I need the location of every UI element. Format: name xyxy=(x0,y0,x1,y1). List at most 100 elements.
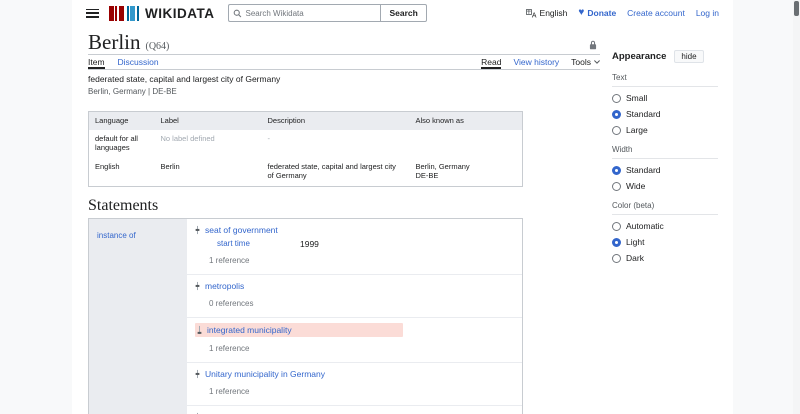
col-header-label: Label xyxy=(155,112,262,130)
cell-description: - xyxy=(262,130,410,158)
tab-discussion[interactable]: Discussion xyxy=(118,57,159,69)
terms-table-header-row: Language Label Description Also known as xyxy=(89,112,523,130)
claim-value-link[interactable]: integrated municipality xyxy=(207,324,292,336)
claims-column: seat of government start time 1999 1 ref… xyxy=(187,219,522,414)
references-toggle[interactable]: 0 references xyxy=(209,299,514,308)
cell-language: default for all languages xyxy=(89,130,155,158)
entity-aliases: Berlin, Germany | DE-BE xyxy=(88,86,528,97)
claim: Unitary municipality in Germany 1 refere… xyxy=(187,363,522,406)
table-row: default for all languages No label defin… xyxy=(89,130,523,158)
tab-item[interactable]: Item xyxy=(88,57,105,69)
radio-icon[interactable] xyxy=(612,254,621,263)
view-tabs: Read View history Tools xyxy=(469,57,600,69)
aka-line: Berlin, Germany xyxy=(416,162,517,172)
radio-width-standard[interactable]: Standard xyxy=(612,165,718,175)
log-in-link[interactable]: Log in xyxy=(696,8,719,18)
top-header: WIKIDATA Search A English xyxy=(72,0,733,26)
radio-icon[interactable] xyxy=(612,126,621,135)
menu-icon[interactable] xyxy=(86,9,99,18)
property-link[interactable]: instance of xyxy=(97,231,136,240)
width-section-label: Width xyxy=(612,145,718,159)
entity-id: (Q64) xyxy=(146,41,170,52)
heart-icon: ♥ xyxy=(578,8,584,18)
tools-label: Tools xyxy=(571,57,591,67)
radio-text-standard[interactable]: Standard xyxy=(612,109,718,119)
search-box[interactable] xyxy=(228,4,380,22)
radio-icon-selected[interactable] xyxy=(612,238,621,247)
language-icon: A xyxy=(526,9,537,18)
references-toggle[interactable]: 1 reference xyxy=(209,256,514,265)
tab-view-history[interactable]: View history xyxy=(513,57,559,69)
scrollbar-track[interactable] xyxy=(793,0,800,414)
claim-value-link[interactable]: seat of government xyxy=(205,224,278,236)
property-column: instance of xyxy=(89,219,187,414)
claim-main: metropolis xyxy=(195,280,514,292)
text-section-label: Text xyxy=(612,73,718,87)
radio-icon[interactable] xyxy=(612,94,621,103)
language-selector[interactable]: A English xyxy=(526,8,568,18)
appearance-panel: Appearance hide Text Small Standard Larg… xyxy=(612,50,718,263)
tab-read[interactable]: Read xyxy=(481,57,501,69)
references-toggle[interactable]: 1 reference xyxy=(209,344,514,353)
create-account-link[interactable]: Create account xyxy=(627,8,685,18)
appearance-title: Appearance xyxy=(612,51,666,62)
radio-color-dark[interactable]: Dark xyxy=(612,253,718,263)
aka-line: DE-BE xyxy=(416,171,517,181)
donate-label: Donate xyxy=(587,8,616,18)
cell-description: federated state, capital and largest cit… xyxy=(262,158,410,187)
cell-aka: Berlin, Germany DE-BE xyxy=(410,158,523,187)
radio-color-automatic[interactable]: Automatic xyxy=(612,221,718,231)
svg-text:A: A xyxy=(531,12,536,17)
radio-text-small[interactable]: Small xyxy=(612,93,718,103)
page-title: Berlin xyxy=(88,30,141,54)
search-icon xyxy=(233,9,242,18)
qualifier-property-link[interactable]: start time xyxy=(217,239,300,249)
radio-icon[interactable] xyxy=(612,222,621,231)
radio-icon-selected[interactable] xyxy=(612,166,621,175)
language-label: English xyxy=(540,8,568,18)
tab-tools[interactable]: Tools xyxy=(571,57,600,69)
wikidata-logo[interactable]: WIKIDATA xyxy=(109,6,214,21)
hide-button[interactable]: hide xyxy=(674,50,703,63)
color-section-label: Color (beta) xyxy=(612,201,718,215)
cell-label: Berlin xyxy=(155,158,262,187)
col-header-language: Language xyxy=(89,112,155,130)
radio-label: Small xyxy=(626,93,647,103)
claim-value-link[interactable]: metropolis xyxy=(205,280,244,292)
donate-link[interactable]: ♥ Donate xyxy=(578,8,616,18)
qualifier: start time 1999 xyxy=(217,239,514,249)
claim: urban municipality in Germany 0 referenc… xyxy=(187,406,522,414)
radio-width-wide[interactable]: Wide xyxy=(612,181,718,191)
rank-selector-icon-deprecated[interactable] xyxy=(197,325,202,335)
chevron-down-icon xyxy=(594,60,600,64)
search-input[interactable] xyxy=(245,9,376,18)
qualifier-value: 1999 xyxy=(300,239,319,249)
claim-main: seat of government xyxy=(195,224,514,236)
rank-selector-icon[interactable] xyxy=(195,225,200,235)
radio-icon[interactable] xyxy=(612,182,621,191)
claim: seat of government start time 1999 1 ref… xyxy=(187,219,522,275)
col-header-aka: Also known as xyxy=(410,112,523,130)
claim: metropolis 0 references xyxy=(187,275,522,318)
claim-value-link[interactable]: Unitary municipality in Germany xyxy=(205,368,325,380)
claim-main: Unitary municipality in Germany xyxy=(195,368,514,380)
scrollbar-thumb[interactable] xyxy=(794,1,799,16)
radio-color-light[interactable]: Light xyxy=(612,237,718,247)
radio-text-large[interactable]: Large xyxy=(612,125,718,135)
page-tabs: Item Discussion Read View history Tools xyxy=(88,57,600,70)
radio-icon-selected[interactable] xyxy=(612,110,621,119)
wordmark: WIKIDATA xyxy=(145,6,214,21)
statements-heading: Statements xyxy=(88,197,158,215)
table-row: English Berlin federated state, capital … xyxy=(89,158,523,187)
statements-group: instance of seat of government start tim… xyxy=(88,218,523,414)
header-user-links: A English ♥ Donate Create account Log in xyxy=(526,8,719,18)
references-toggle[interactable]: 1 reference xyxy=(209,387,514,396)
rank-selector-icon[interactable] xyxy=(195,369,200,379)
lock-icon[interactable] xyxy=(589,40,597,50)
radio-label: Wide xyxy=(626,181,645,191)
content-column: WIKIDATA Search A English xyxy=(72,0,733,414)
rank-selector-icon[interactable] xyxy=(195,281,200,291)
entity-description: federated state, capital and largest cit… xyxy=(88,74,528,85)
claim: integrated municipality 1 reference xyxy=(187,318,522,363)
search-button[interactable]: Search xyxy=(380,4,426,22)
